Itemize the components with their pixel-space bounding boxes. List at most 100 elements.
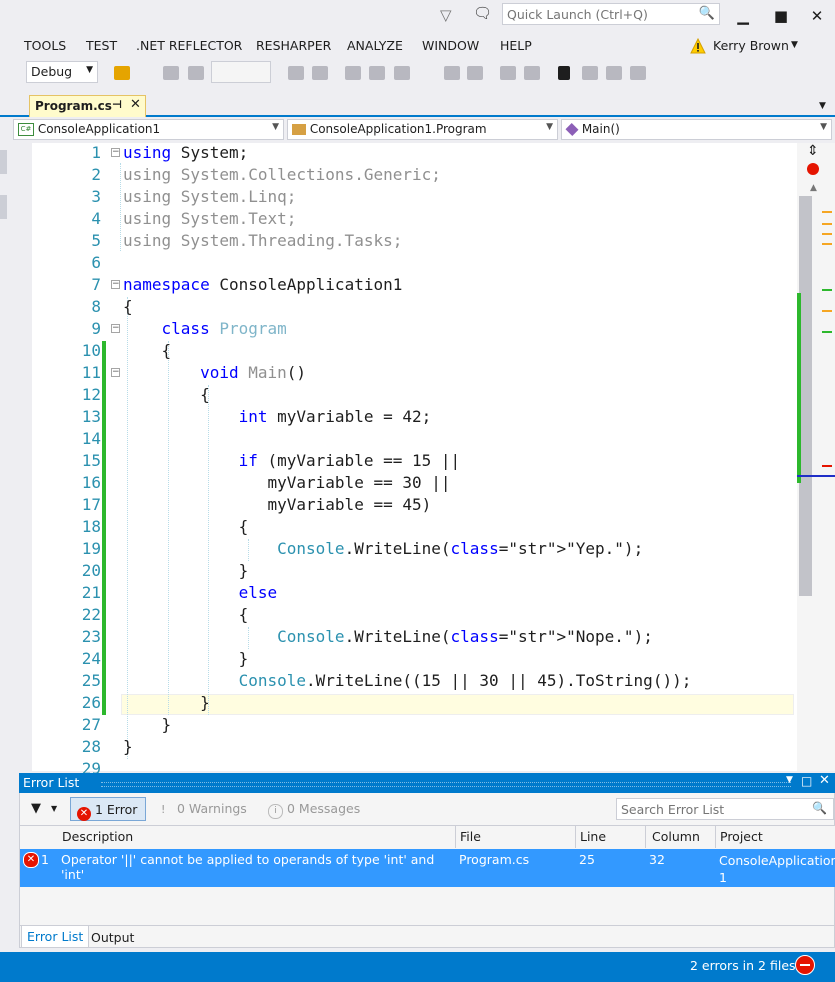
vertical-scrollbar[interactable]: ⇕ ▲ [797,143,835,771]
column-project[interactable]: Project [716,826,835,848]
errors-filter-button[interactable]: ✕ 1 Error [70,797,146,821]
filter-icon[interactable]: ▽ [440,6,452,24]
menu-test[interactable]: TEST [86,38,117,53]
quick-launch[interactable]: 🔍 [502,3,720,25]
close-tab-icon[interactable]: ✕ [130,97,141,112]
menu-tools[interactable]: TOOLS [24,38,66,53]
side-tab[interactable] [0,195,7,219]
zoom-in-icon[interactable] [163,66,179,80]
fold-toggle[interactable]: − [111,368,120,377]
code-line[interactable]: Console.WriteLine((15 || 30 || 45).ToStr… [123,670,692,692]
window-icon[interactable] [369,66,385,80]
code-line[interactable]: } [123,736,691,758]
warning-marker[interactable] [822,310,832,312]
tab-output[interactable]: Output [91,930,134,945]
side-tab[interactable] [0,150,7,174]
close-icon[interactable]: ✕ [806,6,828,26]
code-line[interactable]: } [123,714,691,736]
zoom-out-icon[interactable] [188,66,204,80]
layout-icon[interactable] [345,66,361,80]
menu-net-reflector[interactable]: .NET REFLECTOR [136,38,242,53]
next-bookmark-icon[interactable] [606,66,622,80]
code-line[interactable] [123,428,691,450]
code-line[interactable]: using System.Text; [123,208,691,230]
comment-icon[interactable] [500,66,516,80]
tab-program-cs[interactable]: Program.cs ⊣ ✕ [29,95,146,117]
search-icon[interactable]: 🔍 [812,801,827,815]
menu-resharper[interactable]: RESHARPER [256,38,331,53]
error-marker[interactable] [822,465,832,467]
code-line[interactable]: } [123,692,691,714]
menu-window[interactable]: WINDOW [422,38,479,53]
maximize-icon[interactable]: ■ [770,6,792,26]
code-line[interactable]: int myVariable = 42; [123,406,691,428]
class-dropdown[interactable]: ConsoleApplication1.Program ▼ [287,119,558,140]
code-line[interactable]: using System; [123,142,691,164]
bookmark-icon[interactable] [558,66,570,80]
split-icon[interactable]: ⇕ [807,143,819,159]
fold-toggle[interactable]: − [111,324,120,333]
prev-bookmark-icon[interactable] [582,66,598,80]
search-icon[interactable]: 🔍 [699,6,715,21]
code-line[interactable]: } [123,560,691,582]
code-line[interactable] [123,252,691,274]
fold-toggle[interactable]: − [111,280,120,289]
code-line[interactable]: { [123,296,691,318]
user-name[interactable]: Kerry Brown [713,38,789,53]
code-line[interactable]: myVariable == 30 || [123,472,691,494]
column-line[interactable]: Line [576,826,646,848]
clear-bookmarks-icon[interactable] [630,66,646,80]
code-line[interactable]: } [123,648,691,670]
tab-overflow-icon[interactable]: ▼ [819,101,826,111]
column-file[interactable]: File [456,826,576,848]
code-line[interactable]: { [123,604,691,626]
error-search-box[interactable]: 🔍 [616,798,834,820]
close-icon[interactable]: ✕ [819,773,830,788]
tab-error-list[interactable]: Error List [21,926,90,948]
empty-dropdown[interactable] [211,61,271,83]
config-dropdown[interactable]: Debug ▼ [26,61,98,83]
solution-explorer-icon[interactable] [114,66,130,80]
expand-icon[interactable] [312,66,328,80]
warning-marker[interactable] [822,211,832,213]
feedback-icon[interactable]: 🗨 [473,4,492,22]
navigate-icon[interactable] [288,66,304,80]
code-line[interactable]: { [123,384,691,406]
code-line[interactable]: class Program [123,318,691,340]
error-search-input[interactable] [617,799,805,819]
filter-icon[interactable]: ▼ [31,801,41,816]
scroll-up-icon[interactable]: ▲ [810,183,817,193]
quick-launch-input[interactable] [503,4,701,24]
code-line[interactable]: Console.WriteLine(class="str">"Nope."); [123,626,691,648]
code-line[interactable]: if (myVariable == 15 || [123,450,691,472]
maximize-icon[interactable]: □ [801,774,812,788]
code-line[interactable]: using System.Threading.Tasks; [123,230,691,252]
outdent-icon[interactable] [467,66,483,80]
code-line[interactable]: Console.WriteLine(class="str">"Yep."); [123,538,691,560]
chevron-down-icon[interactable]: ▼ [51,804,57,813]
menu-help[interactable]: HELP [500,38,532,53]
hint-marker[interactable] [822,331,832,333]
column-column[interactable]: Column [646,826,716,848]
hint-marker[interactable] [822,289,832,291]
chevron-down-icon[interactable]: ▼ [786,775,793,785]
code-text[interactable]: using System; using System.Collections.Ge… [123,142,691,780]
minimize-icon[interactable]: ▁ [732,6,754,26]
code-line[interactable]: { [123,340,691,362]
warning-marker[interactable] [822,243,832,245]
error-row[interactable]: ✕ 1 Operator '||' cannot be applied to o… [20,849,835,887]
pin-icon[interactable]: ⊣ [112,98,122,111]
code-line[interactable]: using System.Collections.Generic; [123,164,691,186]
warning-marker[interactable] [822,233,832,235]
fold-toggle[interactable]: − [111,148,120,157]
column-description[interactable]: Description [56,826,456,848]
messages-filter-button[interactable]: i 0 Messages [262,797,372,821]
code-line[interactable]: myVariable == 45) [123,494,691,516]
select-icon[interactable] [394,66,410,80]
code-line[interactable]: void Main() [123,362,691,384]
user-chevron-down-icon[interactable]: ▼ [791,40,798,50]
project-dropdown[interactable]: C# ConsoleApplication1 ▼ [13,119,284,140]
status-text[interactable]: 2 errors in 2 files [690,958,796,973]
warning-marker[interactable] [822,223,832,225]
code-line[interactable]: else [123,582,691,604]
